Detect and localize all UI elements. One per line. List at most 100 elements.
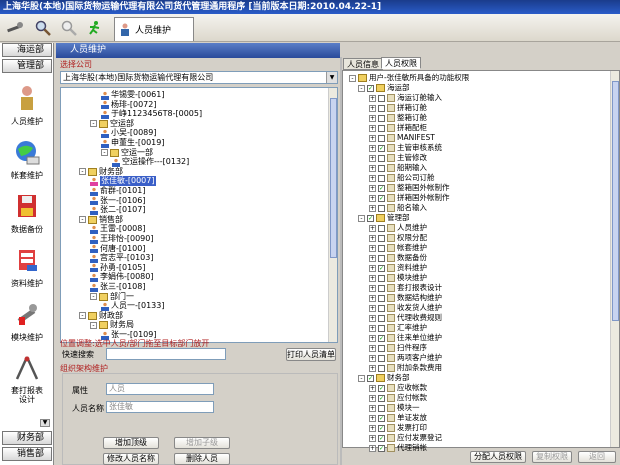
permission-item[interactable]: + 船公司订舱 (369, 173, 435, 183)
permission-checkbox[interactable] (378, 294, 385, 302)
tree-person[interactable]: 张一-[0106] (90, 196, 146, 206)
nav-group-sales[interactable]: 销售部 (2, 447, 52, 461)
permission-item[interactable]: + 两项客户维护 (369, 353, 442, 363)
running-man-icon[interactable] (84, 17, 106, 39)
permission-checkbox[interactable]: ✓ (378, 444, 385, 452)
nav-group-shipping[interactable]: 海运部 (2, 43, 52, 57)
expand-toggle[interactable]: - (90, 293, 97, 301)
tab-person-info[interactable]: 人员信息 (343, 58, 383, 70)
expand-toggle[interactable]: + (369, 384, 376, 392)
expand-toggle[interactable]: + (369, 264, 376, 272)
expand-toggle[interactable]: + (369, 304, 376, 312)
permission-checkbox[interactable] (378, 104, 385, 112)
add-sub-button[interactable]: 增加子级 (174, 437, 230, 449)
expand-toggle[interactable]: + (369, 314, 376, 322)
expand-toggle[interactable]: + (369, 434, 376, 442)
permission-item[interactable]: + 拼箱订舱 (369, 103, 427, 113)
permission-checkbox[interactable] (378, 274, 385, 282)
expand-toggle[interactable]: + (369, 134, 376, 142)
tab-person-maintenance[interactable]: 人员维护 (114, 17, 194, 41)
expand-toggle[interactable]: + (369, 104, 376, 112)
expand-toggle[interactable]: + (369, 414, 376, 422)
permission-group[interactable]: - ✓ 海运部 (358, 83, 410, 93)
assign-permission-button[interactable]: 分配人员权限 (470, 451, 526, 463)
tools-icon[interactable] (4, 17, 26, 39)
permission-item[interactable]: + 海运订舱输入 (369, 93, 442, 103)
permission-checkbox[interactable]: ✓ (378, 384, 385, 392)
expand-toggle[interactable]: + (369, 124, 376, 132)
permission-checkbox[interactable]: ✓ (378, 334, 385, 342)
expand-toggle[interactable]: + (369, 164, 376, 172)
nav-item-print-report-design[interactable]: 套打报表设计 (0, 355, 54, 404)
expand-toggle[interactable]: - (79, 312, 86, 320)
permission-item[interactable]: + 拼箱配柜 (369, 123, 427, 133)
permission-item[interactable]: + 主管修改 (369, 153, 427, 163)
permission-checkbox[interactable] (378, 134, 385, 142)
print-list-button[interactable]: 打印人员清单 (286, 348, 336, 361)
permission-item[interactable]: + 人员维护 (369, 223, 427, 233)
permission-checkbox[interactable]: ✓ (367, 374, 374, 382)
expand-toggle[interactable]: + (369, 324, 376, 332)
expand-toggle[interactable]: + (369, 364, 376, 372)
permission-item[interactable]: + ✓ 代理销帐 (369, 443, 427, 453)
permission-item[interactable]: + 数据结构维护 (369, 293, 442, 303)
permission-checkbox[interactable]: ✓ (378, 144, 385, 152)
permission-checkbox[interactable] (378, 164, 385, 172)
permission-item[interactable]: + ✓ 主管审核系统 (369, 143, 442, 153)
search-icon[interactable] (32, 17, 54, 39)
expand-toggle[interactable]: - (358, 84, 365, 92)
quick-search-input[interactable] (106, 348, 226, 360)
tree-person[interactable]: 张佳敏-[0007] (90, 176, 156, 187)
permission-item[interactable]: + 整箱订舱 (369, 113, 427, 123)
chevron-down-icon[interactable]: ▼ (326, 72, 337, 83)
nav-item-account-maintenance[interactable]: 帐套维护 (0, 139, 54, 181)
permission-item[interactable]: + ✓ 应付帐款 (369, 393, 427, 403)
permission-checkbox[interactable] (378, 404, 385, 412)
tree-department[interactable]: - 部门一 (90, 292, 134, 302)
tree-person[interactable]: 王雷-[0008] (90, 224, 146, 234)
permission-checkbox[interactable] (378, 284, 385, 292)
expand-toggle[interactable]: + (369, 204, 376, 212)
permission-item[interactable]: + 权限分配 (369, 233, 427, 243)
tree-person[interactable]: 空运操作---[0132] (112, 157, 189, 167)
permission-checkbox[interactable] (378, 174, 385, 182)
permission-item[interactable]: + ✓ 发票打印 (369, 423, 427, 433)
nav-item-data-backup[interactable]: 数据备份 (0, 193, 54, 235)
department-tree[interactable]: 华锡雯-[0061] 杨琲-[0072] 于峥1123456T8-[0005] - 空运… (60, 87, 338, 343)
nav-group-finance[interactable]: 财务部 (2, 431, 52, 445)
permission-group[interactable]: - ✓ 财务部 (358, 373, 410, 383)
permission-checkbox[interactable] (378, 344, 385, 352)
tree-person[interactable]: 人员一-[0133] (101, 301, 165, 311)
expand-toggle[interactable]: + (369, 344, 376, 352)
scroll-down-button[interactable]: ▼ (40, 419, 50, 427)
permission-checkbox[interactable]: ✓ (378, 194, 385, 202)
back-button[interactable]: 返回 (578, 451, 616, 463)
expand-toggle[interactable]: + (369, 444, 376, 452)
permission-tree[interactable]: - 用户-张佳敏所具备的功能权限 - ✓ 海运部 + 海运订舱输入 + 拼箱订舱 + 整箱订舱 +… (342, 70, 620, 452)
tree-scrollbar[interactable] (328, 88, 337, 342)
expand-toggle[interactable]: + (369, 244, 376, 252)
permission-item[interactable]: + ✓ 往来单位维护 (369, 333, 442, 343)
expand-toggle[interactable]: + (369, 194, 376, 202)
permission-checkbox[interactable] (378, 94, 385, 102)
permission-item[interactable]: + 船期输入 (369, 163, 427, 173)
permission-item[interactable]: + MANIFEST (369, 133, 435, 143)
permission-checkbox[interactable]: ✓ (378, 414, 385, 422)
tree-department[interactable]: - 销售部 (79, 215, 123, 225)
permission-checkbox[interactable] (378, 154, 385, 162)
expand-toggle[interactable]: + (369, 254, 376, 262)
expand-toggle[interactable]: + (369, 394, 376, 402)
permission-item[interactable]: + 附加条款费用 (369, 363, 442, 373)
permission-checkbox[interactable] (378, 324, 385, 332)
nav-item-module-maintenance[interactable]: 模块维护 (0, 301, 54, 343)
tree-department[interactable]: - 财务局 (90, 320, 134, 330)
tree-person[interactable]: 张三-[0108] (90, 282, 146, 292)
permission-checkbox[interactable] (378, 234, 385, 242)
tree-person[interactable]: 于峥1123456T8-[0005] (101, 109, 202, 119)
expand-toggle[interactable]: + (369, 334, 376, 342)
permission-checkbox[interactable] (378, 244, 385, 252)
nav-group-management[interactable]: 管理部 (2, 59, 52, 73)
permission-checkbox[interactable]: ✓ (378, 434, 385, 442)
modify-name-button[interactable]: 修改人员名称 (103, 453, 159, 465)
delete-person-button[interactable]: 删除人员 (174, 453, 230, 465)
